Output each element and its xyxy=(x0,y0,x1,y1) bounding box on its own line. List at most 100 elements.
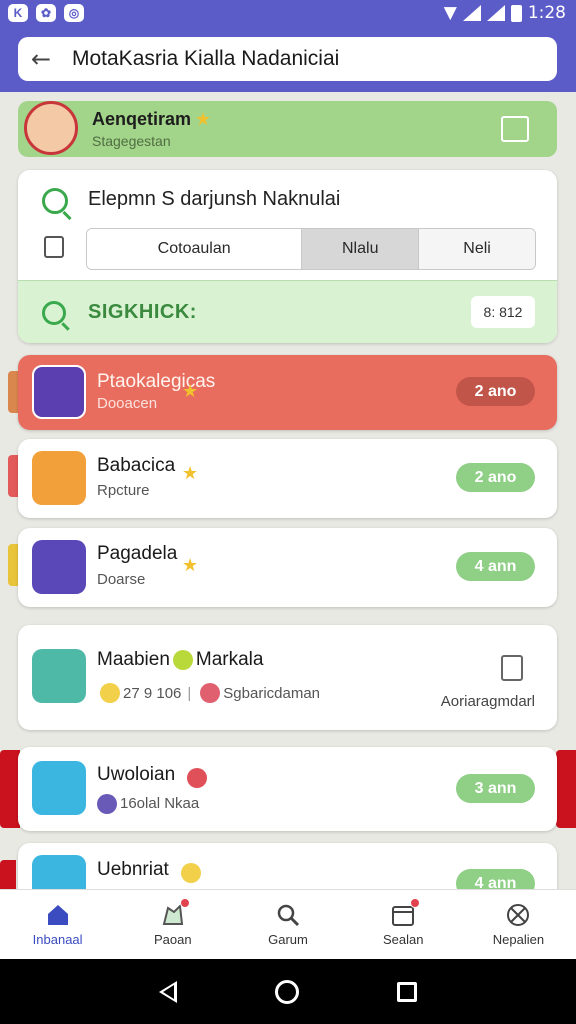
document-label: Aoriaragmdarl xyxy=(440,693,535,710)
edge-marker xyxy=(0,860,16,889)
pin-icon xyxy=(187,768,207,788)
item-title: Uwoloian xyxy=(97,764,176,785)
item-thumbnail xyxy=(32,855,86,889)
system-navigation-bar xyxy=(0,959,576,1024)
back-triangle-icon[interactable] xyxy=(159,980,177,1003)
bag-icon xyxy=(44,236,64,258)
home-icon xyxy=(47,905,68,925)
tab-third[interactable]: Neli xyxy=(419,229,535,269)
star-icon: ★ xyxy=(182,381,199,402)
status-left-icons: K ✿ ◎ xyxy=(8,4,84,22)
segmented-tabs: Cotoaulan Nlalu Neli xyxy=(86,228,536,270)
search-icon xyxy=(42,188,68,214)
list-item[interactable]: Pagadela ★ Doarse 4 ann xyxy=(18,528,557,607)
search-card: Elepmn S darjunsh Naknulai Cotoaulan Nla… xyxy=(18,170,557,343)
item-title-secondary: Markala xyxy=(195,649,264,670)
item-title: Pagadela xyxy=(97,543,178,564)
nav-label: Garum xyxy=(268,932,308,947)
home-circle-icon[interactable] xyxy=(275,979,299,1004)
item-subtitle: Doarse xyxy=(97,571,146,588)
arrow-left-icon[interactable]: ← xyxy=(20,37,62,81)
wifi-icon: ▼ xyxy=(443,3,457,23)
nav-home[interactable]: Inbanaal xyxy=(0,890,115,959)
item-subtitle: Rpcture xyxy=(97,482,150,499)
item-subtitle: Dooacen xyxy=(97,395,158,412)
status-time: 1:28 xyxy=(527,3,566,23)
item-thumbnail xyxy=(32,451,86,505)
face-icon xyxy=(181,863,201,883)
leaf-icon: ✿ xyxy=(36,4,56,22)
item-thumbnail xyxy=(32,649,86,703)
item-thumbnail xyxy=(32,761,86,815)
list-item[interactable]: Babacica ★ Rpcture 2 ano xyxy=(18,439,557,518)
item-meta: 27 9 106 | Sgbaricdaman xyxy=(97,683,320,703)
nav-label: Paoan xyxy=(154,932,192,947)
list-item[interactable]: Ptaokalegicas ★ Dooacen 2 ano xyxy=(18,355,557,430)
scroll-content[interactable]: Aenqetiram ★ Stagegestan Elepmn S darjuns… xyxy=(0,92,576,889)
item-meta-number: 27 9 106 xyxy=(123,684,182,702)
calendar-icon xyxy=(390,898,421,928)
top-app-bar: ← MotaKasria Kialla Nadaniciai xyxy=(0,26,576,92)
map-pin-icon xyxy=(160,898,190,928)
edge-marker-right xyxy=(556,750,576,828)
item-badge[interactable]: 4 ann xyxy=(456,869,535,889)
nav-label: Sealan xyxy=(382,932,424,947)
edge-marker xyxy=(0,750,20,828)
document-icon[interactable] xyxy=(501,655,523,681)
item-subtitle-row: 16olal Nkaa xyxy=(97,794,199,814)
star-icon: ★ xyxy=(182,555,199,576)
item-badge[interactable]: 4 ann xyxy=(456,552,535,581)
item-title: Babacica xyxy=(97,455,176,476)
divider: | xyxy=(187,684,192,702)
search-icon xyxy=(277,904,300,927)
status-bar: K ✿ ◎ ▼ 1:28 xyxy=(0,0,576,26)
item-thumbnail xyxy=(32,540,86,594)
tab-first[interactable]: Cotoaulan xyxy=(87,229,303,269)
nav-places[interactable]: Paoan xyxy=(115,890,230,959)
search-input[interactable]: ← MotaKasria Kialla Nadaniciai xyxy=(18,37,557,81)
profile-banner[interactable]: Aenqetiram ★ Stagegestan xyxy=(18,101,557,157)
search-icon xyxy=(42,301,66,325)
list-item[interactable]: Maabien Markala 27 9 106 | Sgbaricdaman A… xyxy=(18,625,557,730)
item-title: Maabien xyxy=(97,649,170,670)
item-title-row: Maabien Markala xyxy=(97,649,263,671)
item-subtitle: 16olal Nkaa xyxy=(120,794,200,812)
edit-icon[interactable] xyxy=(501,116,529,142)
notification-dot xyxy=(410,898,421,908)
status-right-icons: ▼ 1:28 xyxy=(444,3,566,23)
star-icon: ★ xyxy=(182,463,199,484)
nav-calendar[interactable]: Sealan xyxy=(346,890,461,959)
recents-square-icon[interactable] xyxy=(397,981,417,1002)
list-item[interactable]: Uebnriat 4 ann xyxy=(18,843,557,889)
tag-icon xyxy=(200,683,221,703)
item-thumbnail xyxy=(32,365,86,419)
nav-search[interactable]: Garum xyxy=(230,890,345,959)
battery-icon xyxy=(510,4,522,22)
nav-label: Nepalien xyxy=(492,932,545,947)
item-badge[interactable]: 3 ann xyxy=(456,774,535,803)
filter-value[interactable]: 8: 812 xyxy=(471,296,535,328)
nav-label: Inbanaal xyxy=(32,932,83,947)
signal-icon xyxy=(462,5,481,21)
search-card-title: Elepmn S darjunsh Naknulai xyxy=(88,188,341,210)
banner-title: Aenqetiram ★ xyxy=(92,109,211,130)
record-icon: ◎ xyxy=(64,4,84,22)
item-badge[interactable]: 2 ano xyxy=(456,377,535,406)
tab-second[interactable]: Nlalu xyxy=(302,229,420,269)
avatar xyxy=(24,101,78,155)
list-item[interactable]: Uwoloian 16olal Nkaa 3 ann xyxy=(18,747,557,831)
signal-icon-2 xyxy=(486,5,505,21)
coin-icon xyxy=(100,683,120,703)
filter-row[interactable]: SIGKHICK: 8: 812 xyxy=(18,280,557,343)
search-query[interactable]: MotaKasria Kialla Nadaniciai xyxy=(72,47,339,71)
item-meta-label: Sgbaricdaman xyxy=(223,684,321,702)
face-icon xyxy=(172,649,193,670)
crown-icon xyxy=(97,794,117,814)
banner-title-text: Aenqetiram xyxy=(92,109,192,129)
item-title: Uebnriat xyxy=(97,859,169,880)
nav-globe[interactable]: Nepalien xyxy=(461,890,576,959)
item-badge[interactable]: 2 ano xyxy=(456,463,535,492)
banner-subtitle: Stagegestan xyxy=(92,133,171,149)
bottom-navigation: Inbanaal Paoan Garum Sealan Nepalien xyxy=(0,889,576,959)
filter-label: SIGKHICK: xyxy=(88,301,197,323)
